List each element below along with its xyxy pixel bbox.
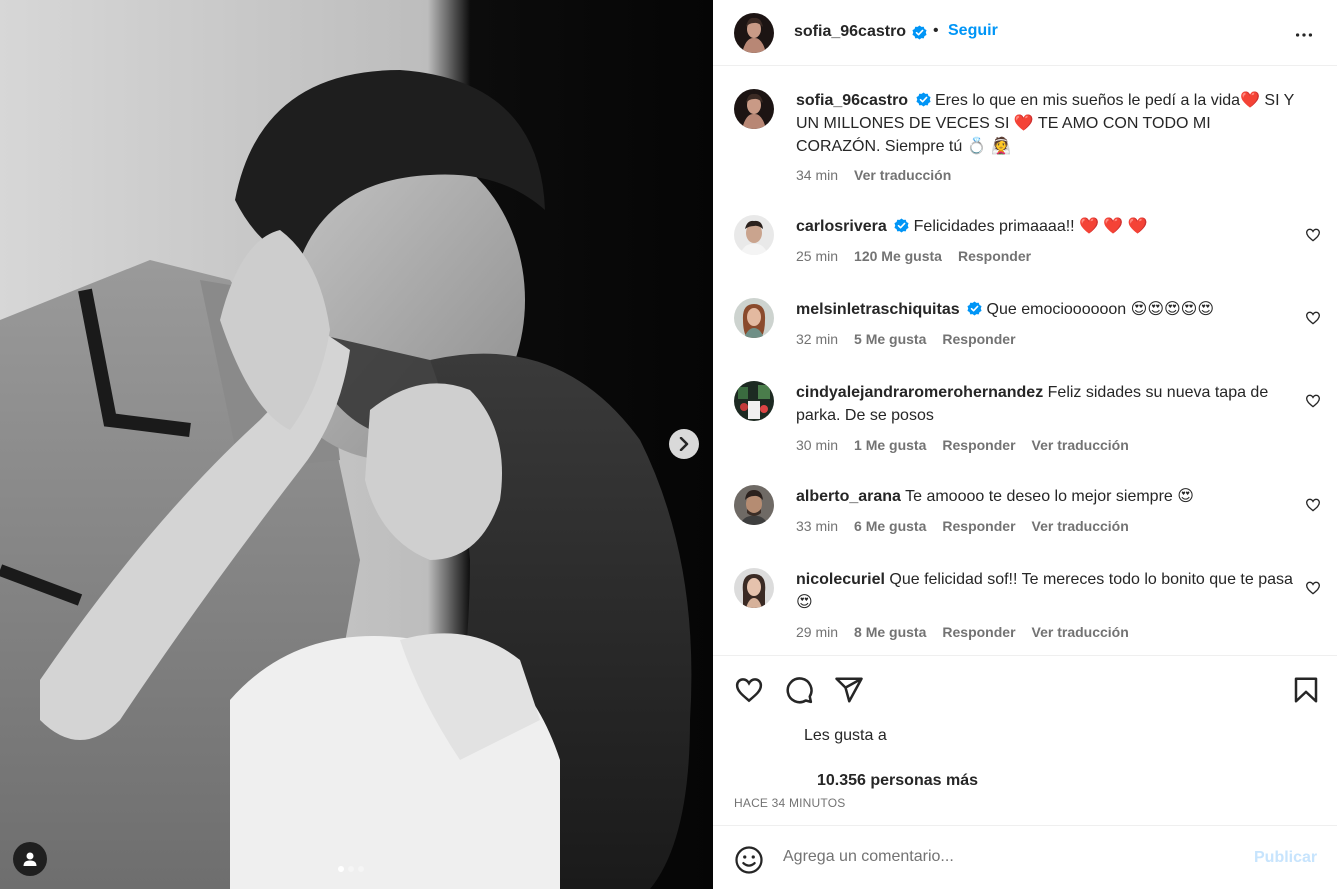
commenter-avatar[interactable] (734, 381, 774, 421)
verified-badge-icon (915, 92, 931, 107)
avatar-image (734, 381, 774, 421)
commenter-avatar[interactable] (734, 485, 774, 525)
more-horizontal-icon[interactable] (1293, 24, 1315, 46)
user-icon (23, 852, 37, 866)
comment-like-heart-icon[interactable] (1305, 393, 1321, 409)
avatar-image (734, 298, 774, 338)
commenter-username[interactable]: melsinletraschiquitas (796, 301, 960, 318)
commenter-username[interactable]: alberto_arana (796, 488, 901, 505)
reply-button[interactable]: Responder (958, 248, 1031, 264)
publish-button[interactable]: Publicar (1254, 849, 1317, 867)
post-media[interactable] (0, 0, 713, 889)
translate-button[interactable]: Ver traducción (1032, 624, 1129, 640)
share-send-icon[interactable] (834, 675, 864, 705)
post-photo (0, 0, 713, 889)
comment-like-heart-icon[interactable] (1305, 497, 1321, 513)
next-photo-button[interactable] (669, 429, 699, 459)
comment-like-heart-icon[interactable] (1305, 227, 1321, 243)
likes-count[interactable]: 10.356 personas más (817, 772, 978, 790)
follow-button[interactable]: Seguir (948, 22, 998, 40)
translate-button[interactable]: Ver traducción (854, 167, 951, 183)
comment-likes[interactable]: 120 Me gusta (854, 248, 942, 264)
reply-button[interactable]: Responder (942, 624, 1015, 640)
commenter-avatar[interactable] (734, 568, 774, 608)
carousel-dot (348, 866, 354, 872)
comment-meta: 33 min 6 Me gusta Responder Ver traducci… (796, 518, 1129, 534)
caption-username[interactable]: sofia_96castro (796, 92, 908, 109)
translate-button[interactable]: Ver traducción (1032, 518, 1129, 534)
author-avatar[interactable] (734, 13, 774, 53)
comments-list[interactable]: sofia_96castro Eres lo que en mis sueños… (713, 67, 1337, 655)
avatar-image (734, 89, 774, 129)
avatar-image (734, 568, 774, 608)
reply-button[interactable]: Responder (942, 331, 1015, 347)
comment-text: Te amoooo te deseo lo mejor siempre 😍 (905, 488, 1194, 505)
tagged-users-button[interactable] (13, 842, 47, 876)
header-separator: • (933, 22, 939, 39)
comment-likes[interactable]: 1 Me gusta (854, 437, 926, 453)
carousel-dot (358, 866, 364, 872)
like-heart-icon[interactable] (734, 675, 764, 705)
comment-input[interactable] (783, 848, 1243, 866)
verified-badge-icon (967, 301, 982, 316)
author-username[interactable]: sofia_96castro (794, 23, 906, 41)
commenter-avatar[interactable] (734, 298, 774, 338)
post-timestamp: HACE 34 MINUTOS (734, 796, 846, 810)
reply-button[interactable]: Responder (942, 518, 1015, 534)
comment-time: 25 min (796, 248, 839, 264)
post-actions: Les gusta a 10.356 personas más HACE 34 … (713, 655, 1337, 825)
comment-like-heart-icon[interactable] (1305, 310, 1321, 326)
comment-composer: Publicar (713, 825, 1337, 889)
comment-meta: 29 min 8 Me gusta Responder Ver traducci… (796, 624, 1129, 640)
post-panel: sofia_96castro • Seguir sofia_96castro E… (713, 0, 1337, 889)
emoji-smile-icon[interactable] (734, 845, 764, 875)
comment-time: 29 min (796, 624, 839, 640)
post-header: sofia_96castro • Seguir (713, 0, 1337, 66)
carousel-indicator (338, 866, 364, 872)
comment-likes[interactable]: 6 Me gusta (854, 518, 926, 534)
comment-likes[interactable]: 5 Me gusta (854, 331, 926, 347)
bookmark-icon[interactable] (1291, 675, 1321, 705)
commenter-username[interactable]: nicolecuriel (796, 571, 885, 588)
avatar-image (734, 13, 774, 53)
chevron-right-icon (679, 437, 689, 451)
comment-meta: 32 min 5 Me gusta Responder (796, 331, 1016, 347)
caption-meta: 34 min Ver traducción (796, 167, 951, 183)
comment-meta: 30 min 1 Me gusta Responder Ver traducci… (796, 437, 1129, 453)
comment-text: Que emocioooooon 😍😍😍😍😍 (986, 301, 1215, 318)
commenter-avatar[interactable] (734, 215, 774, 255)
comment-bubble-icon[interactable] (784, 675, 814, 705)
carousel-dot (338, 866, 344, 872)
comment-text: Felicidades primaaaa!! ❤️ ❤️ ❤️ (913, 218, 1148, 235)
commenter-username[interactable]: carlosrivera (796, 218, 887, 235)
comment-time: 33 min (796, 518, 839, 534)
reply-button[interactable]: Responder (942, 437, 1015, 453)
verified-badge-icon (909, 25, 927, 43)
comment-likes[interactable]: 8 Me gusta (854, 624, 926, 640)
translate-button[interactable]: Ver traducción (1032, 437, 1129, 453)
comment-time: 30 min (796, 437, 839, 453)
caption-time: 34 min (796, 167, 839, 183)
avatar-image (734, 485, 774, 525)
comment-time: 32 min (796, 331, 839, 347)
liked-by-label: Les gusta a (804, 727, 887, 744)
author-avatar[interactable] (734, 89, 774, 129)
comment-meta: 25 min 120 Me gusta Responder (796, 248, 1031, 264)
commenter-username[interactable]: cindyalejandraromerohernandez (796, 384, 1043, 401)
verified-badge-icon (894, 218, 909, 233)
avatar-image (734, 215, 774, 255)
comment-like-heart-icon[interactable] (1305, 580, 1321, 596)
